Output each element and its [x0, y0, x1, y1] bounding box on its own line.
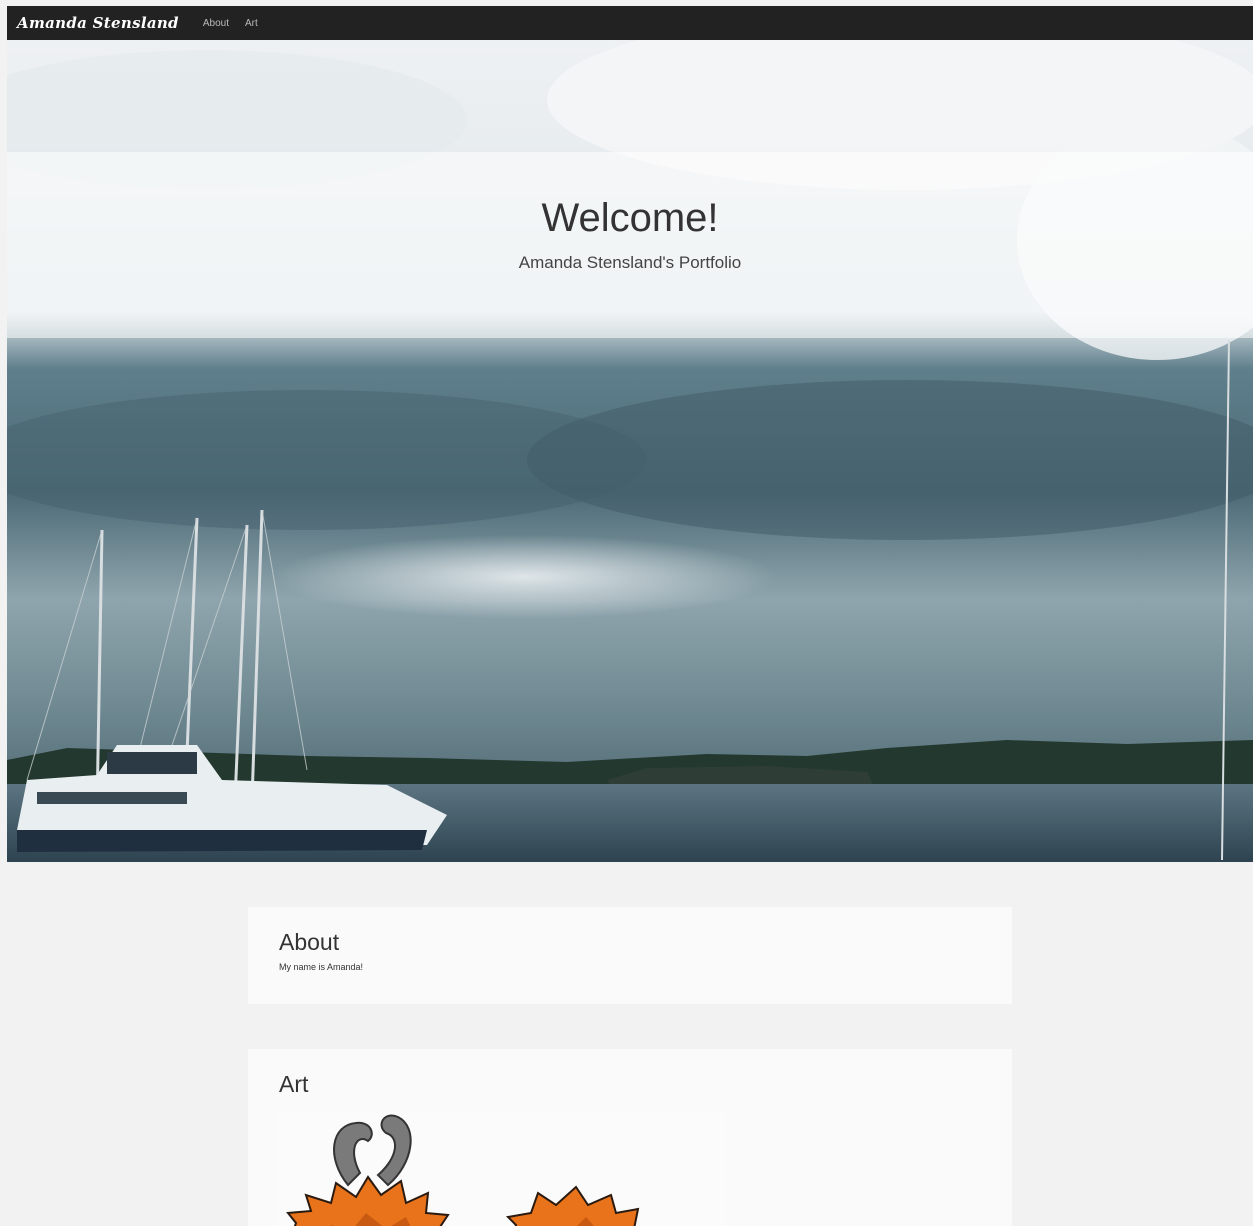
navbar: Amanda Stensland About Art: [7, 6, 1253, 40]
about-section: About My name is Amanda!: [248, 907, 1012, 1004]
hero-title: Welcome!: [541, 196, 719, 240]
hero-section: Welcome! Amanda Stensland's Portfolio: [7, 40, 1253, 862]
art-section: Art: [248, 1049, 1012, 1226]
nav-link-art[interactable]: Art: [245, 18, 258, 29]
brand-logo[interactable]: Amanda Stensland: [7, 14, 179, 32]
page: Amanda Stensland About Art Welcome! Aman…: [7, 6, 1253, 1226]
about-heading: About: [279, 929, 340, 955]
nav-link-about[interactable]: About: [203, 18, 229, 29]
art-heading: Art: [279, 1071, 309, 1097]
art-creature-illustration: [276, 1113, 726, 1226]
about-text: My name is Amanda!: [279, 962, 364, 972]
hero-overlay-band: Welcome! Amanda Stensland's Portfolio: [7, 152, 1253, 338]
hero-subtitle: Amanda Stensland's Portfolio: [518, 253, 742, 272]
